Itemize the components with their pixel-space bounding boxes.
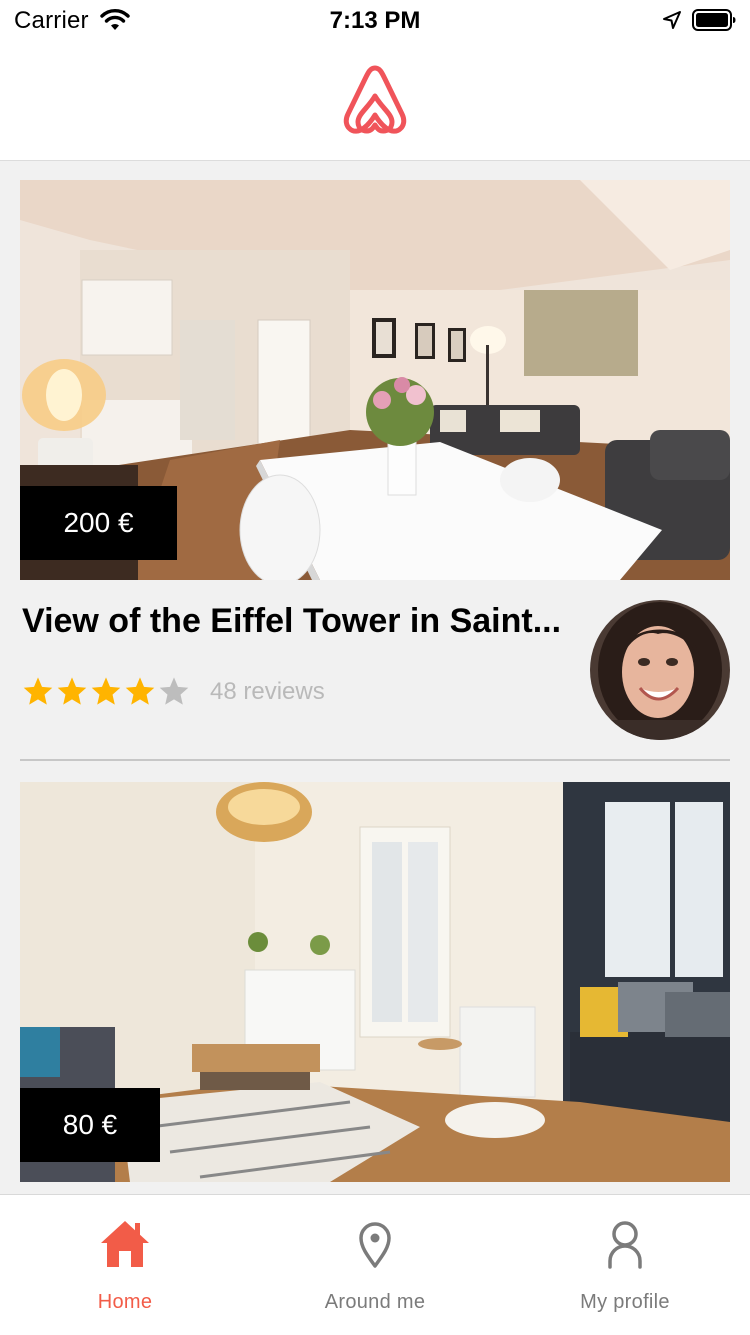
listing-card[interactable]: 200 € View of the Eiffel Tower in Saint.…: [20, 180, 730, 762]
price-badge: 80 €: [20, 1088, 160, 1162]
listing-title[interactable]: View of the Eiffel Tower in Saint...: [22, 602, 592, 641]
airbnb-logo-icon[interactable]: [342, 64, 408, 134]
star-filled-icon: [125, 677, 155, 705]
tab-my-profile[interactable]: My profile: [500, 1195, 750, 1335]
listings-feed[interactable]: 200 € View of the Eiffel Tower in Saint.…: [0, 161, 750, 1194]
tab-home-label: Home: [97, 1291, 153, 1313]
star-filled-icon: [23, 677, 53, 705]
tab-bar: Home Around me My profile: [0, 1194, 750, 1335]
tab-around-me-label: Around me: [324, 1291, 426, 1313]
tab-around-me[interactable]: Around me: [250, 1195, 500, 1335]
star-empty-icon: [159, 677, 189, 705]
review-count: 48 reviews: [210, 678, 325, 705]
map-pin-icon: [359, 1222, 391, 1268]
price-badge: 200 €: [20, 486, 177, 560]
status-bar: Carrier 7:13 PM: [0, 0, 750, 40]
location-arrow-icon: [663, 11, 681, 29]
tab-my-profile-label: My profile: [580, 1291, 670, 1313]
listing-divider: [20, 759, 730, 761]
listing-card[interactable]: 80 €: [20, 782, 730, 1194]
tab-home[interactable]: Home: [0, 1195, 250, 1335]
star-filled-icon: [91, 677, 121, 705]
user-icon: [608, 1221, 642, 1269]
star-filled-icon: [57, 677, 87, 705]
home-icon: [101, 1221, 149, 1267]
battery-full-icon: [692, 9, 736, 31]
rating-stars: [22, 675, 190, 709]
app-header: [0, 40, 750, 161]
clock-time: 7:13 PM: [329, 7, 421, 34]
host-avatar[interactable]: [590, 600, 730, 740]
